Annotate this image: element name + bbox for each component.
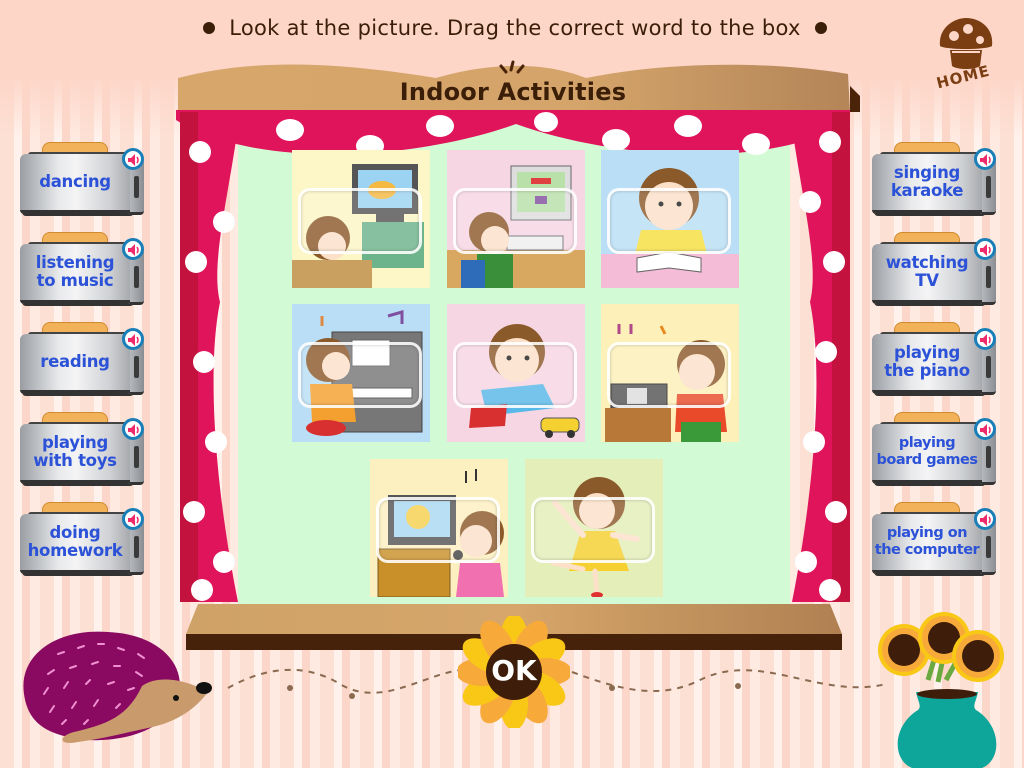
speaker-icon	[980, 514, 991, 526]
toaster-lever	[986, 356, 991, 378]
word-card-watching-tv[interactable]: watching TV	[872, 232, 998, 305]
word-card-playing-with-toys[interactable]: playing with toys	[20, 412, 146, 485]
word-label: playing board games	[876, 435, 978, 468]
toaster-lever	[134, 536, 139, 558]
sunflower-vase-illustration	[878, 612, 1004, 768]
speaker-button[interactable]	[974, 328, 996, 350]
curtain-right	[790, 112, 850, 602]
speaker-icon	[128, 334, 139, 346]
word-label: playing the piano	[884, 343, 970, 380]
picture-card-reading	[601, 150, 739, 288]
word-card-reading[interactable]: reading	[20, 322, 146, 395]
word-label: reading	[40, 352, 110, 371]
ok-label: OK	[491, 654, 537, 687]
picture-card-playing-the-piano	[292, 304, 430, 442]
drop-box[interactable]	[298, 342, 422, 408]
speaker-button[interactable]	[122, 328, 144, 350]
toaster-lever	[986, 446, 991, 468]
toaster-lever	[986, 536, 991, 558]
word-card-singing-karaoke[interactable]: singing karaoke	[872, 142, 998, 215]
drop-box[interactable]	[376, 497, 500, 563]
word-label: doing homework	[27, 523, 123, 560]
speaker-button[interactable]	[974, 508, 996, 530]
speaker-button[interactable]	[122, 148, 144, 170]
word-label: listening to music	[35, 253, 115, 290]
instruction-bar: Look at the picture. Drag the correct wo…	[160, 12, 870, 44]
drop-box[interactable]	[607, 342, 731, 408]
ok-button[interactable]: OK	[458, 616, 570, 728]
drop-box[interactable]	[531, 497, 655, 563]
toaster-lever	[134, 266, 139, 288]
hedgehog-illustration	[23, 631, 212, 743]
toaster-lever	[986, 266, 991, 288]
bullet-icon	[203, 22, 216, 34]
word-label: dancing	[39, 172, 111, 191]
instruction-text: Look at the picture. Drag the correct wo…	[229, 16, 801, 40]
picture-card-listening-to-music	[601, 304, 739, 442]
curtain-left	[180, 112, 240, 602]
speaker-button[interactable]	[974, 238, 996, 260]
picture-card-dancing	[525, 459, 663, 597]
word-label: playing on the computer	[874, 525, 980, 558]
word-label: singing karaoke	[890, 163, 964, 200]
picture-card-singing-karaoke	[370, 459, 508, 597]
speaker-button[interactable]	[122, 418, 144, 440]
picture-card-watching-tv	[292, 150, 430, 288]
speaker-icon	[128, 514, 139, 526]
speaker-icon	[128, 154, 139, 166]
picture-card-playing-with-toys	[447, 304, 585, 442]
drop-box[interactable]	[298, 188, 422, 254]
toaster-lever	[986, 176, 991, 198]
home-button[interactable]: HOME	[928, 16, 1004, 94]
word-label: playing with toys	[33, 433, 117, 470]
word-card-playing-the-piano[interactable]: playing the piano	[872, 322, 998, 395]
word-card-playing-on-the-computer[interactable]: playing on the computer	[872, 502, 998, 575]
word-card-dancing[interactable]: dancing	[20, 142, 146, 215]
drop-box[interactable]	[453, 188, 577, 254]
drop-box[interactable]	[607, 188, 731, 254]
word-card-playing-board-games[interactable]: playing board games	[872, 412, 998, 485]
speaker-icon	[128, 244, 139, 256]
speaker-icon	[980, 244, 991, 256]
toaster-lever	[134, 356, 139, 378]
speaker-button[interactable]	[974, 418, 996, 440]
word-card-listening-to-music[interactable]: listening to music	[20, 232, 146, 305]
mushroom-home-icon	[939, 18, 993, 69]
drop-box[interactable]	[453, 342, 577, 408]
speaker-button[interactable]	[122, 238, 144, 260]
toaster-lever	[134, 446, 139, 468]
speaker-icon	[980, 424, 991, 436]
word-label: watching TV	[885, 253, 969, 290]
word-card-doing-homework[interactable]: doing homework	[20, 502, 146, 575]
speaker-icon	[128, 424, 139, 436]
toaster-lever	[134, 176, 139, 198]
bullet-icon	[814, 22, 827, 34]
speaker-icon	[980, 334, 991, 346]
stage-title: Indoor Activities	[399, 78, 627, 106]
picture-card-playing-on-the-computer	[447, 150, 585, 288]
speaker-icon	[980, 154, 991, 166]
speaker-button[interactable]	[974, 148, 996, 170]
speaker-button[interactable]	[122, 508, 144, 530]
